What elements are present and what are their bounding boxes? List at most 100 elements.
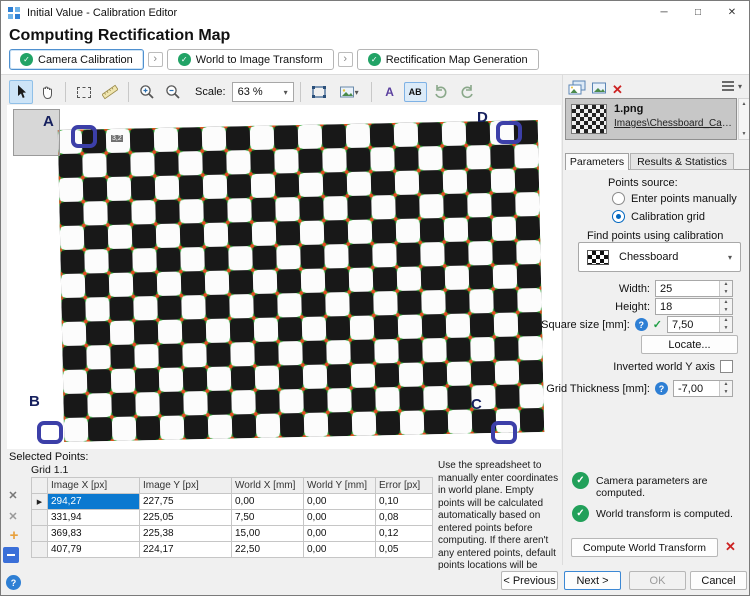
dock-panel-button[interactable] <box>3 547 19 563</box>
camera-status-text: Camera parameters are computed. <box>596 475 746 499</box>
select-region-tool-button[interactable] <box>72 80 96 104</box>
zoom-out-button[interactable] <box>161 80 185 104</box>
toolbar-separator <box>371 82 372 102</box>
table-cell[interactable]: 0,00 <box>304 526 376 542</box>
ab-compare-button[interactable]: AB <box>404 82 427 102</box>
row-marker-cell[interactable] <box>32 526 48 542</box>
image-icon <box>591 80 607 96</box>
zoom-in-button[interactable] <box>135 80 159 104</box>
square-size-spinner[interactable]: ▲▼ <box>719 317 732 332</box>
zoom-out-icon <box>165 84 181 100</box>
row-marker-cell[interactable] <box>32 542 48 558</box>
image-viewport[interactable]: 3,2 A D B C <box>7 105 561 449</box>
antialias-toggle-button[interactable]: A <box>378 80 402 104</box>
cancel-button[interactable]: Cancel <box>690 571 747 590</box>
table-cell[interactable]: 0,00 <box>304 510 376 526</box>
images-stack-icon <box>568 80 586 96</box>
table-cell[interactable]: 0,00 <box>304 542 376 558</box>
clear-point-button[interactable]: ✕ <box>5 487 21 503</box>
minimize-button[interactable]: ─ <box>647 1 681 24</box>
file-path-link[interactable]: Images\Chessboard_Cali... <box>614 118 732 129</box>
cancel-compute-icon[interactable]: ✕ <box>725 539 736 555</box>
table-cell[interactable]: 7,50 <box>232 510 304 526</box>
width-field[interactable]: 25 ▲▼ <box>655 280 733 297</box>
table-cell[interactable]: 0,05 <box>376 542 433 558</box>
grid-thickness-field[interactable]: -7,00 ▲▼ <box>673 380 733 397</box>
image-display-menu-button[interactable]: ▾ <box>333 80 365 104</box>
row-marker-cell[interactable] <box>32 510 48 526</box>
compute-world-transform-button[interactable]: Compute World Transform <box>571 538 718 557</box>
table-cell[interactable]: 0,12 <box>376 526 433 542</box>
previous-button[interactable]: < Previous <box>501 571 558 590</box>
table-cell[interactable]: 0,10 <box>376 494 433 510</box>
tab-world-to-image-transform[interactable]: ✓ World to Image Transform <box>167 49 334 70</box>
table-cell[interactable]: 22,50 <box>232 542 304 558</box>
width-spinner[interactable]: ▲▼ <box>719 281 732 296</box>
row-selector-header[interactable] <box>32 478 48 494</box>
row-marker-cell[interactable]: ▶ <box>32 494 48 510</box>
chessboard-calibration-image[interactable] <box>58 120 544 442</box>
tab-camera-calibration[interactable]: ✓ Camera Calibration <box>9 49 144 70</box>
column-header[interactable]: Image Y [px] <box>140 478 232 494</box>
radio-label: Enter points manually <box>631 193 737 205</box>
add-point-button[interactable]: + <box>6 527 22 543</box>
app-icon <box>7 6 21 20</box>
square-size-field[interactable]: 7,50 ▲▼ <box>667 316 733 333</box>
image-list-scrollbar[interactable]: ▲ ▼ <box>738 98 750 140</box>
scale-combo[interactable]: 63 % ▾ <box>232 82 294 102</box>
help-icon[interactable]: ? <box>655 382 668 395</box>
help-button[interactable]: ? <box>6 575 21 590</box>
grid-thickness-spinner[interactable]: ▲▼ <box>719 381 732 396</box>
table-cell[interactable]: 227,75 <box>140 494 232 510</box>
table-cell[interactable]: 0,00 <box>304 494 376 510</box>
ok-button[interactable]: OK <box>629 571 686 590</box>
pointer-tool-button[interactable] <box>9 80 33 104</box>
help-icon[interactable]: ? <box>635 318 648 331</box>
tab-parameters[interactable]: Parameters <box>565 153 629 170</box>
measure-tool-button[interactable] <box>98 80 122 104</box>
image-list-item-selected[interactable]: 1.png Images\Chessboard_Cali... <box>565 98 737 140</box>
scroll-up-icon[interactable]: ▲ <box>739 99 749 109</box>
remove-image-button[interactable]: ✕ <box>612 82 623 98</box>
board-type-combo[interactable]: Chessboard ▾ <box>578 242 741 272</box>
column-header[interactable]: World X [mm] <box>232 478 304 494</box>
rotate-left-button[interactable] <box>429 80 453 104</box>
locate-button[interactable]: Locate... <box>641 335 738 354</box>
table-cell[interactable]: 224,17 <box>140 542 232 558</box>
height-spinner[interactable]: ▲▼ <box>719 299 732 314</box>
radio-enter-points-manually[interactable]: Enter points manually <box>612 192 737 205</box>
table-cell[interactable]: 225,38 <box>140 526 232 542</box>
inverted-y-checkbox[interactable] <box>720 360 733 373</box>
add-images-button[interactable] <box>568 80 586 99</box>
table-cell[interactable]: 225,05 <box>140 510 232 526</box>
column-header[interactable]: Error [px] <box>376 478 433 494</box>
pan-tool-button[interactable] <box>35 80 59 104</box>
add-image-button[interactable] <box>591 80 607 99</box>
table-cell[interactable]: 331,94 <box>48 510 140 526</box>
column-header[interactable]: Image X [px] <box>48 478 140 494</box>
list-view-menu-button[interactable]: ▾ <box>721 80 742 92</box>
radio-calibration-grid[interactable]: Calibration grid <box>612 210 705 223</box>
scroll-down-icon[interactable]: ▼ <box>739 129 749 139</box>
chevron-down-icon: ▾ <box>355 88 359 97</box>
check-icon: ✓ <box>368 53 381 66</box>
tab-results-statistics[interactable]: Results & Statistics <box>630 153 734 170</box>
title-bar[interactable]: Initial Value - Calibration Editor ─ □ ✕ <box>1 1 749 24</box>
height-field[interactable]: 18 ▲▼ <box>655 298 733 315</box>
close-button[interactable]: ✕ <box>715 1 749 24</box>
maximize-button[interactable]: □ <box>681 1 715 24</box>
table-cell[interactable]: 0,08 <box>376 510 433 526</box>
fit-region-button[interactable] <box>307 80 331 104</box>
next-button[interactable]: Next > <box>564 571 621 590</box>
table-cell[interactable]: 15,00 <box>232 526 304 542</box>
table-cell[interactable]: 0,00 <box>232 494 304 510</box>
tab-rectification-map-generation[interactable]: ✓ Rectification Map Generation <box>357 49 539 70</box>
status-check-icon: ✓ <box>572 505 589 522</box>
table-cell[interactable]: 369,83 <box>48 526 140 542</box>
table-cell[interactable]: 294,27 <box>48 494 140 510</box>
calibration-editor-window: Initial Value - Calibration Editor ─ □ ✕… <box>0 0 750 596</box>
table-cell[interactable]: 407,79 <box>48 542 140 558</box>
column-header[interactable]: World Y [mm] <box>304 478 376 494</box>
clear-all-points-button[interactable]: ✕ <box>5 508 21 524</box>
rotate-right-button[interactable] <box>455 80 479 104</box>
